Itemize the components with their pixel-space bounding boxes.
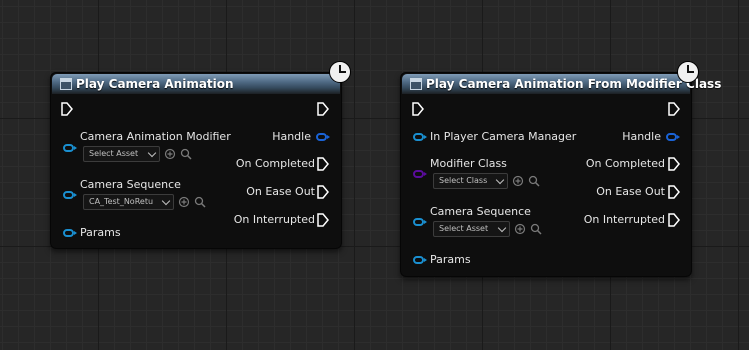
on-interrupted-label: On Interrupted	[233, 213, 315, 226]
use-selected-class-icon[interactable]	[512, 175, 524, 187]
on-ease-out-exec-pin-icon[interactable]	[317, 185, 329, 199]
on-completed-exec-pin-icon[interactable]	[668, 157, 680, 171]
camera-sequence-label: Camera Sequence	[80, 178, 181, 191]
camera-animation-modifier-label: Camera Animation Modifier	[80, 130, 231, 143]
handle-output-label: Handle	[272, 130, 311, 143]
chevron-down-icon	[161, 196, 171, 206]
use-selected-asset-icon[interactable]	[178, 196, 190, 208]
play-camera-animation-node[interactable]: Play Camera Animation Camera Animation M…	[50, 72, 342, 249]
on-ease-out-label: On Ease Out	[246, 185, 315, 198]
on-ease-out-label: On Ease Out	[596, 185, 665, 198]
browse-magnifier-icon[interactable]	[530, 223, 542, 235]
params-pin[interactable]	[63, 229, 77, 237]
params-label: Params	[430, 253, 471, 266]
node-header[interactable]: Play Camera Animation From Modifier Clas…	[402, 74, 721, 94]
browse-magnifier-icon[interactable]	[194, 196, 206, 208]
node-title: Play Camera Animation	[76, 77, 234, 91]
modifier-class-label: Modifier Class	[430, 157, 507, 170]
params-pin[interactable]	[413, 256, 427, 264]
function-node-icon	[410, 78, 422, 90]
exec-out-pin-icon[interactable]	[668, 102, 680, 116]
modifier-class-dropdown[interactable]: Select Class	[433, 173, 508, 189]
exec-in-pin-icon[interactable]	[412, 102, 424, 116]
node-title: Play Camera Animation From Modifier Clas…	[426, 77, 722, 91]
camera-sequence-label: Camera Sequence	[430, 205, 531, 218]
use-selected-asset-icon[interactable]	[514, 223, 526, 235]
exec-in-pin-icon[interactable]	[61, 102, 73, 116]
clock-icon	[677, 61, 699, 83]
handle-output-pin[interactable]	[666, 133, 680, 141]
function-node-icon	[60, 78, 72, 90]
play-camera-animation-from-modifier-class-node[interactable]: Play Camera Animation From Modifier Clas…	[400, 72, 721, 277]
exec-out-pin-icon[interactable]	[317, 102, 329, 116]
browse-magnifier-icon[interactable]	[528, 175, 540, 187]
on-interrupted-label: On Interrupted	[583, 213, 665, 226]
on-completed-label: On Completed	[585, 157, 665, 170]
use-selected-asset-icon[interactable]	[164, 148, 176, 160]
on-interrupted-exec-pin-icon[interactable]	[668, 213, 680, 227]
in-player-camera-manager-pin[interactable]	[413, 133, 427, 141]
handle-output-label: Handle	[622, 130, 661, 143]
sequence-asset-dropdown[interactable]: CA_Test_NoRetu	[83, 194, 174, 210]
node-header[interactable]: Play Camera Animation	[52, 74, 340, 94]
camera-animation-modifier-pin[interactable]	[63, 144, 77, 152]
modifier-asset-dropdown[interactable]: Select Asset	[83, 146, 160, 162]
params-label: Params	[80, 226, 121, 239]
modifier-class-pin[interactable]	[413, 170, 427, 178]
on-completed-exec-pin-icon[interactable]	[317, 157, 329, 171]
on-interrupted-exec-pin-icon[interactable]	[317, 213, 329, 227]
browse-magnifier-icon[interactable]	[180, 148, 192, 160]
in-player-camera-manager-label: In Player Camera Manager	[430, 130, 577, 143]
camera-sequence-pin[interactable]	[413, 218, 427, 226]
sequence-asset-dropdown[interactable]: Select Asset	[433, 221, 510, 237]
on-completed-label: On Completed	[235, 157, 315, 170]
camera-sequence-pin[interactable]	[63, 191, 77, 199]
clock-icon	[329, 61, 351, 83]
on-ease-out-exec-pin-icon[interactable]	[668, 185, 680, 199]
handle-output-pin[interactable]	[316, 133, 330, 141]
